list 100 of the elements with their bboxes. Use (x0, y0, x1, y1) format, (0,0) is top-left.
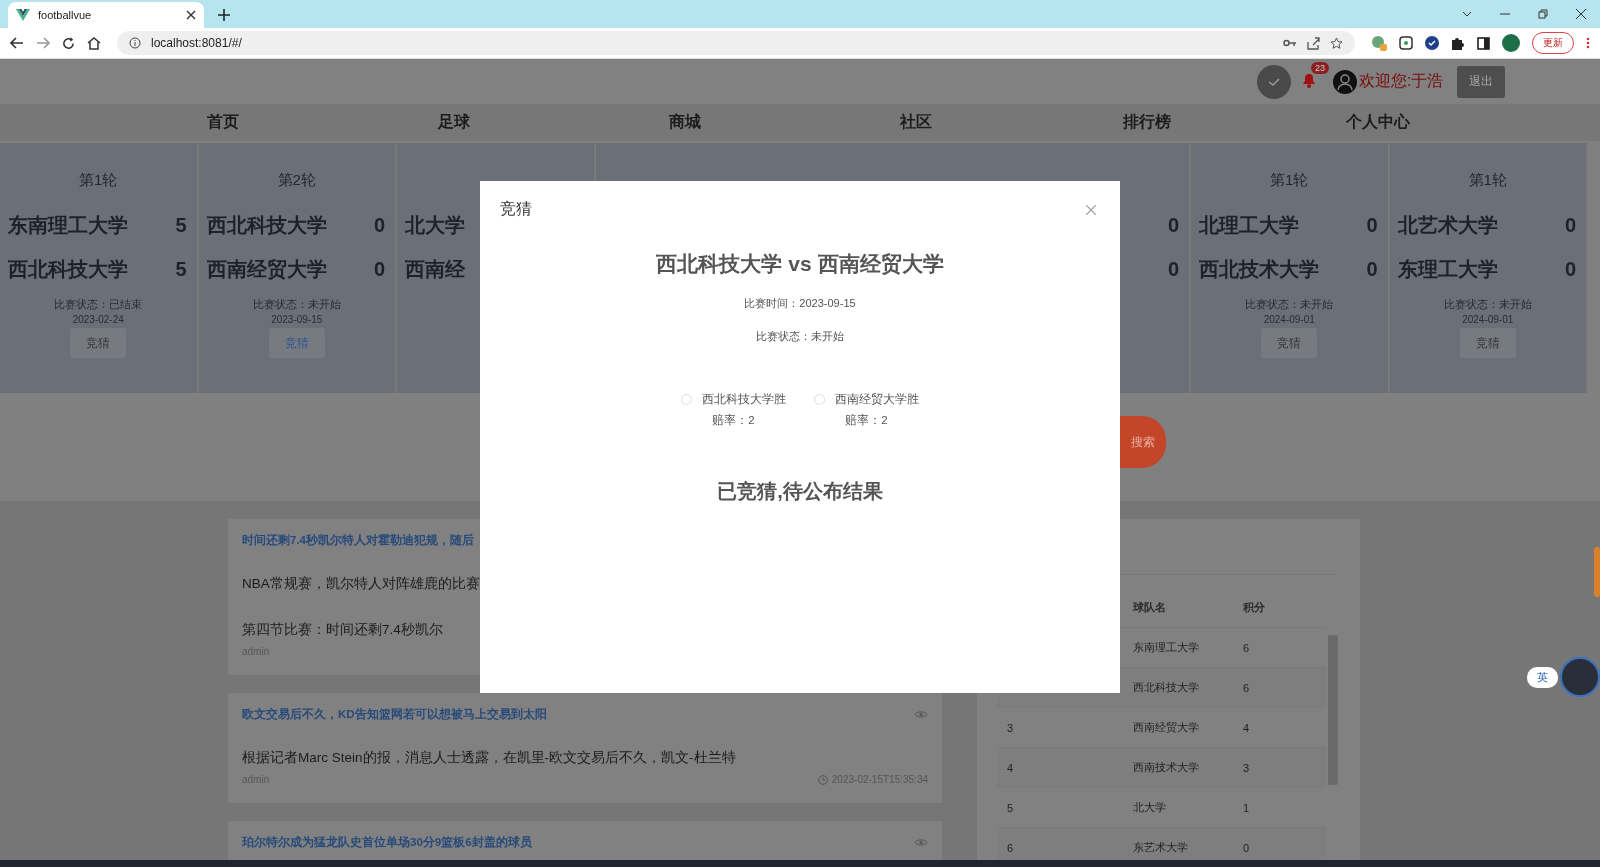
team-score: 0 (1167, 257, 1180, 281)
news-title[interactable]: 时间还剩7.4秒凯尔特人对霍勒迪犯规，随后 (242, 533, 474, 548)
match-date: 2024-09-01 (1263, 314, 1315, 325)
user-icon[interactable] (1333, 69, 1357, 94)
key-icon[interactable] (1283, 39, 1297, 47)
more-icon[interactable] (1586, 37, 1590, 49)
rank-cell: 4 (1007, 761, 1014, 774)
clock-icon (817, 774, 828, 785)
odds-text: 赔率：2 (845, 413, 888, 428)
points-cell-text: 6 (1243, 681, 1251, 694)
rank-cell: 3 (1007, 721, 1014, 734)
side-panel-icon[interactable] (1477, 36, 1490, 50)
logout-button[interactable]: 退出 (1457, 65, 1506, 98)
round-label: 第1轮 (79, 171, 118, 190)
browser-tab[interactable]: footballvue (8, 2, 204, 28)
team-cell-text: 北大学 (1132, 800, 1167, 815)
round-label: 第2轮 (277, 171, 316, 190)
nav-link[interactable]: 排行榜 (1122, 112, 1171, 133)
restore-icon[interactable] (1538, 9, 1548, 19)
team-name: 东理工大学 (1397, 256, 1498, 282)
team-score: 0 (373, 213, 386, 237)
match-heading: 西北科技大学 vs 西南经贸大学 (656, 251, 944, 277)
nav-link[interactable]: 社区 (899, 112, 932, 133)
team-cell-text: 东艺术大学 (1132, 840, 1189, 855)
welcome-text: 欢迎您:于浩 (1359, 71, 1444, 91)
team-name: 北大学 (405, 212, 465, 238)
column-header: 球队名 (1132, 599, 1167, 615)
guess-button[interactable]: 竞猜 (1459, 328, 1516, 358)
team-score: 0 (1564, 257, 1577, 281)
news-title[interactable]: 欧文交易后不久，KD告知篮网若可以想被马上交易到太阳 (242, 707, 547, 722)
team-score: 0 (1167, 213, 1180, 237)
team-cell-text: 西北科技大学 (1132, 680, 1200, 695)
profile-avatar-icon[interactable] (1502, 34, 1520, 52)
match-status: 比赛状态：未开始 (1443, 297, 1532, 312)
team-score: 0 (1366, 213, 1379, 237)
close-icon[interactable] (1576, 9, 1586, 19)
chevron-down-icon[interactable] (1462, 11, 1472, 17)
option-label[interactable]: 西北科技大学胜 (702, 392, 786, 407)
points-cell-text: 0 (1243, 841, 1251, 854)
check-badge-icon[interactable] (1425, 36, 1439, 50)
team-name: 西北技术大学 (1199, 256, 1319, 282)
team-cell-text: 西南经贸大学 (1132, 720, 1200, 735)
nav-link[interactable]: 个人中心 (1345, 112, 1410, 133)
news-excerpt: 第四节比赛：时间还剩7.4秒凯尔 (242, 621, 444, 639)
match-date: 2023-09-15 (271, 314, 323, 325)
team-name: 东南理工大学 (8, 212, 128, 238)
match-status: 比赛状态：未开始 (252, 297, 341, 312)
match-status: 比赛状态：未开始 (756, 329, 844, 344)
option-label[interactable]: 西南经贸大学胜 (835, 392, 919, 407)
extension-icon[interactable] (1399, 36, 1413, 50)
team-name: 西南经贸大学 (206, 256, 327, 282)
points-cell-text: 4 (1243, 721, 1251, 734)
back-icon[interactable] (10, 37, 24, 49)
url-text: localhost:8081/#/ (151, 36, 242, 50)
guess-button[interactable]: 竞猜 (70, 328, 127, 358)
team-score: 0 (1564, 213, 1577, 237)
star-icon[interactable] (1330, 36, 1343, 50)
match-status: 比赛状态：未开始 (1245, 297, 1334, 312)
news-card[interactable]: 珀尔特尔成为猛龙队史首位单场30分9篮板6封盖的球员 (228, 821, 942, 860)
close-icon[interactable] (186, 10, 196, 20)
share-icon[interactable] (1307, 36, 1320, 50)
guess-button[interactable]: 竞猜 (1261, 328, 1318, 358)
eye-icon (914, 710, 928, 719)
search-button[interactable]: 搜索 (1120, 416, 1166, 468)
round-label: 第1轮 (1270, 171, 1309, 190)
nav-link[interactable]: 首页 (206, 112, 239, 133)
notification-badge: 23 (1311, 62, 1329, 74)
team-name: 西北科技大学 (206, 212, 327, 238)
match-date: 2024-09-01 (1462, 314, 1514, 325)
match-date: 2023-02-24 (72, 314, 124, 325)
column-header: 积分 (1243, 599, 1266, 615)
team-score: 5 (175, 213, 188, 237)
home-icon[interactable] (87, 36, 101, 50)
rank-cell: 5 (1007, 801, 1014, 814)
team-score: 0 (373, 257, 386, 281)
points-cell-text: 6 (1243, 641, 1251, 654)
team-score: 5 (175, 257, 188, 281)
eye-icon (914, 838, 928, 847)
check-circle-icon[interactable] (1257, 64, 1291, 99)
reload-icon[interactable] (62, 36, 75, 50)
address-bar[interactable]: localhost:8081/#/ (117, 31, 1355, 55)
nav-link[interactable]: 足球 (437, 112, 470, 133)
match-status: 比赛状态：已结束 (54, 297, 143, 312)
news-title[interactable]: 珀尔特尔成为猛龙队史首位单场30分9篮板6封盖的球员 (242, 835, 532, 850)
news-excerpt: NBA常规赛，凯尔特人对阵雄鹿的比赛 (242, 575, 481, 593)
nav-link[interactable]: 商城 (668, 112, 701, 133)
tab-title: footballvue (38, 9, 93, 21)
points-cell-text: 1 (1243, 801, 1251, 814)
result-message: 已竞猜,待公布结果 (717, 479, 883, 504)
round-label: 第1轮 (1468, 171, 1507, 190)
puzzle-icon[interactable] (1451, 36, 1465, 50)
forward-icon[interactable] (36, 37, 50, 49)
rank-cell: 6 (1007, 841, 1014, 854)
update-button[interactable]: 更新 (1532, 32, 1574, 54)
team-name: 西南经 (405, 256, 465, 282)
odds-text: 赔率：2 (712, 413, 755, 428)
new-tab-icon[interactable] (218, 9, 230, 21)
team-score: 0 (1366, 257, 1379, 281)
team-cell-text: 西南技术大学 (1132, 760, 1200, 775)
match-time: 比赛时间：2023-09-15 (744, 296, 856, 311)
